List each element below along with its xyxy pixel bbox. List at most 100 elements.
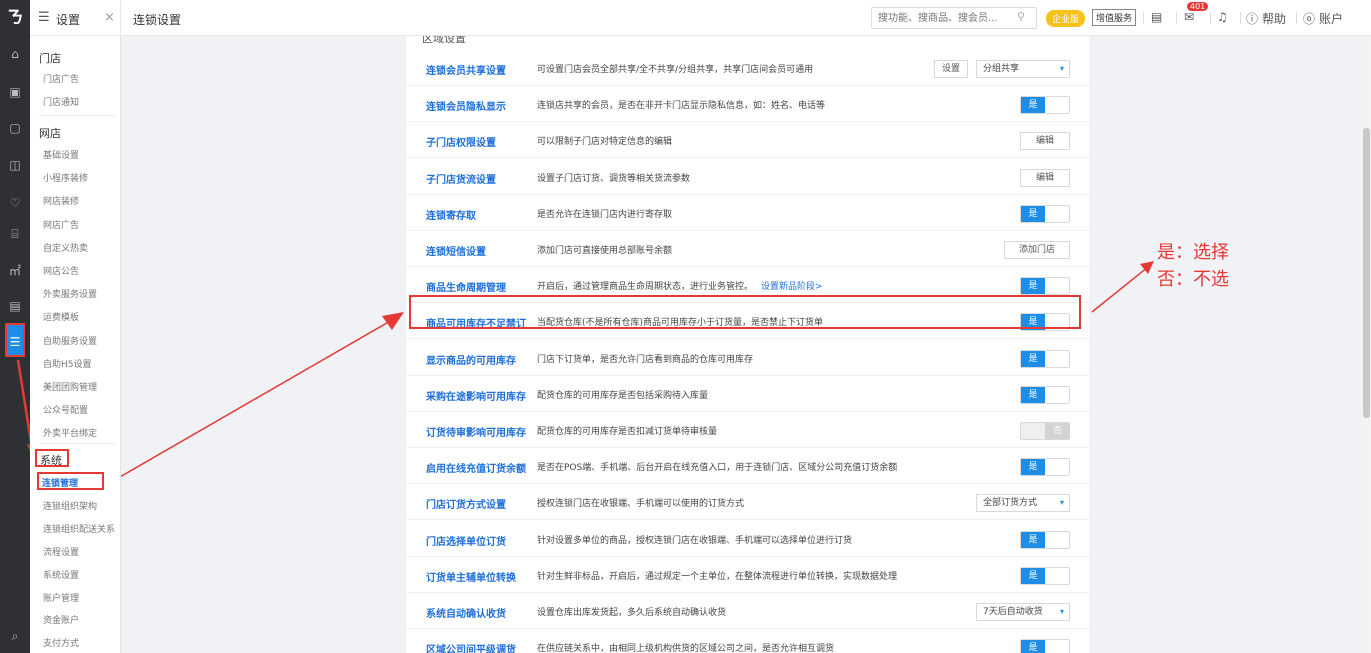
sidebar-item-online[interactable]: 自助H5设置	[43, 357, 92, 370]
select-value: 分组共享	[983, 64, 1020, 74]
setting-name[interactable]: 连锁会员共享设置	[426, 62, 506, 77]
sidebar-item-online[interactable]: 网店广告	[43, 218, 79, 231]
setting-toggle[interactable]: 是	[1020, 530, 1070, 549]
sidebar-item-online[interactable]: 自定义热卖	[43, 241, 88, 254]
setting-row: 区域公司间平级调货 在供应链关系中，由相同上级机构供货的区域公司之间，是否允许相互…	[406, 629, 1089, 653]
sidebar-item-system[interactable]: 支付方式	[43, 636, 79, 649]
setting-toggle[interactable]: 是	[1020, 349, 1070, 368]
setting-name[interactable]: 连锁寄存取	[426, 207, 476, 222]
setting-toggle[interactable]: 是	[1020, 96, 1070, 115]
sidebar-item-store-notice[interactable]: 门店通知	[43, 95, 79, 108]
setting-name[interactable]: 门店订货方式设置	[426, 496, 506, 511]
setting-description: 针对设置多单位的商品，授权连锁门店在收银端、手机端可以选择单位进行订货	[537, 533, 852, 546]
value-added-button[interactable]: 增值服务	[1092, 9, 1137, 26]
setting-description-text: 连锁店共享的会员，是否在非开卡门店显示隐私信息，如：姓名、电话等	[537, 101, 826, 112]
sidebar-item-system[interactable]: 连锁组织架构	[43, 499, 97, 512]
setting-select[interactable]: 7天后自动收货 ▾	[976, 603, 1070, 621]
sidebar-item-system[interactable]: 流程设置	[43, 545, 79, 558]
setting-description: 是否在POS端、手机端、后台开启在线充值入口，用于连锁门店、区域分公司充值订货余…	[537, 460, 897, 473]
sidebar-item-online[interactable]: 外卖平台绑定	[43, 426, 97, 439]
help-icon[interactable]: ⓘ	[1246, 10, 1258, 27]
sidebar-item-online[interactable]: 网店公告	[43, 264, 79, 277]
sidebar-item-online[interactable]: 自助服务设置	[43, 334, 97, 347]
setting-link[interactable]: 设置新品阶段>	[761, 282, 823, 292]
heart-icon[interactable]: ♡	[7, 195, 23, 211]
sidebar-section-online: 网店	[39, 127, 61, 140]
sidebar-item-online[interactable]: 运费模板	[43, 310, 79, 323]
setting-toggle[interactable]: 是	[1020, 639, 1070, 653]
setting-name[interactable]: 显示商品的可用库存	[426, 352, 516, 367]
sidebar-item-online[interactable]: 基础设置	[43, 148, 79, 161]
sidebar-item-system[interactable]: 系统设置	[43, 568, 79, 581]
sidebar-item-online[interactable]: 小程序装修	[43, 171, 88, 184]
close-icon[interactable]: ×	[104, 10, 115, 25]
setting-name[interactable]: 连锁短信设置	[426, 243, 486, 258]
app-logo-icon[interactable]: ㄋ	[0, 0, 30, 36]
settings-icon[interactable]: ☰	[5, 323, 25, 357]
sidebar-item-system[interactable]: 资金账户	[43, 613, 79, 626]
chart-icon[interactable]: ㎡	[7, 263, 23, 279]
search-input[interactable]	[871, 7, 1037, 29]
sidebar-item-online[interactable]: 公众号配置	[43, 403, 88, 416]
account-icon[interactable]: ⓞ	[1303, 10, 1315, 27]
setting-toggle[interactable]: 是	[1020, 277, 1070, 296]
headset-icon[interactable]: ♫	[1217, 10, 1228, 24]
setting-name[interactable]: 采购在途影响可用库存	[426, 388, 526, 403]
toggle-label: 是	[1021, 567, 1045, 584]
setting-toggle[interactable]: 否	[1020, 422, 1070, 440]
sidebar-item-online[interactable]: 网店装修	[43, 194, 79, 207]
setting-select[interactable]: 分组共享 ▾	[976, 60, 1070, 78]
setting-button[interactable]: 编辑	[1020, 168, 1070, 187]
setting-name[interactable]: 区域公司间平级调货	[426, 641, 516, 653]
setting-toggle[interactable]: 是	[1020, 458, 1070, 477]
setting-name[interactable]: 子门店货流设置	[426, 171, 496, 186]
sidebar-divider	[38, 443, 116, 444]
setting-row: 启用在线充值订货余额 是否在POS端、手机端、后台开启在线充值入口，用于连锁门店、…	[406, 448, 1089, 485]
setting-description: 配货仓库的可用库存是否扣减订货单待审核量	[537, 424, 717, 437]
setting-name[interactable]: 启用在线充值订货余额	[426, 460, 526, 475]
setting-description: 可以限制子门店对特定信息的编辑	[537, 134, 672, 147]
bank-icon[interactable]: ⌸	[7, 226, 23, 242]
setting-row: 订货待审影响可用库存 配货仓库的可用库存是否扣减订货单待审核量 否	[406, 412, 1089, 448]
setting-name[interactable]: 连锁会员隐私显示	[426, 98, 506, 113]
bag-icon[interactable]: ◫	[7, 157, 23, 173]
section-header: 区域设置	[422, 36, 466, 45]
screen-icon[interactable]: ▢	[7, 120, 23, 136]
search-list-icon[interactable]: ⌕	[7, 628, 23, 644]
account-link[interactable]: 账户	[1319, 10, 1343, 27]
setting-name[interactable]: 子门店权限设置	[426, 134, 496, 149]
setting-row: 子门店权限设置 可以限制子门店对特定信息的编辑 编辑	[406, 122, 1089, 159]
scrollbar[interactable]	[1362, 36, 1371, 653]
help-link[interactable]: 帮助	[1262, 10, 1286, 27]
setting-description: 授权连锁门店在收银端、手机端可以使用的订货方式	[537, 496, 744, 509]
setting-description-text: 门店下订货单，是否允许门店看到商品的仓库可用库存	[537, 354, 754, 365]
setting-button[interactable]: 添加门店	[1004, 241, 1070, 259]
annotation-yes: 是：选择	[1157, 242, 1229, 263]
setting-select[interactable]: 全部订货方式 ▾	[976, 494, 1070, 513]
setting-name[interactable]: 订货单主辅单位转换	[426, 569, 516, 584]
clipboard-icon[interactable]: ▤	[1151, 10, 1162, 24]
sidebar-item-online[interactable]: 外卖服务设置	[43, 287, 97, 300]
setting-toggle[interactable]: 是	[1020, 204, 1070, 223]
setting-button[interactable]: 设置	[934, 60, 968, 78]
toggle-label: 是	[1021, 640, 1045, 653]
setting-toggle[interactable]: 是	[1020, 385, 1070, 404]
shop-icon[interactable]: ▣	[7, 84, 23, 100]
divider	[1176, 12, 1177, 24]
sidebar-item-store-ads[interactable]: 门店广告	[43, 72, 79, 85]
setting-name[interactable]: 订货待审影响可用库存	[426, 424, 526, 439]
setting-toggle[interactable]: 是	[1020, 566, 1070, 585]
sidebar-item-online[interactable]: 美团团购管理	[43, 380, 97, 393]
bell-icon[interactable]: ✉	[1184, 10, 1194, 24]
divider	[1240, 12, 1241, 24]
sidebar-item-system[interactable]: 连锁组织配送关系	[43, 522, 115, 535]
home-icon[interactable]: ⌂	[7, 46, 23, 62]
sidebar-item-system[interactable]: 账户管理	[43, 591, 79, 604]
setting-name[interactable]: 商品生命周期管理	[426, 279, 506, 294]
setting-name[interactable]: 系统自动确认收货	[426, 605, 506, 620]
search-icon[interactable]: ⚲	[1017, 10, 1025, 23]
scrollbar-thumb[interactable]	[1363, 128, 1370, 418]
setting-name[interactable]: 门店选择单位订货	[426, 533, 506, 548]
doc-icon[interactable]: ▤	[7, 298, 23, 314]
setting-button[interactable]: 编辑	[1020, 132, 1070, 151]
